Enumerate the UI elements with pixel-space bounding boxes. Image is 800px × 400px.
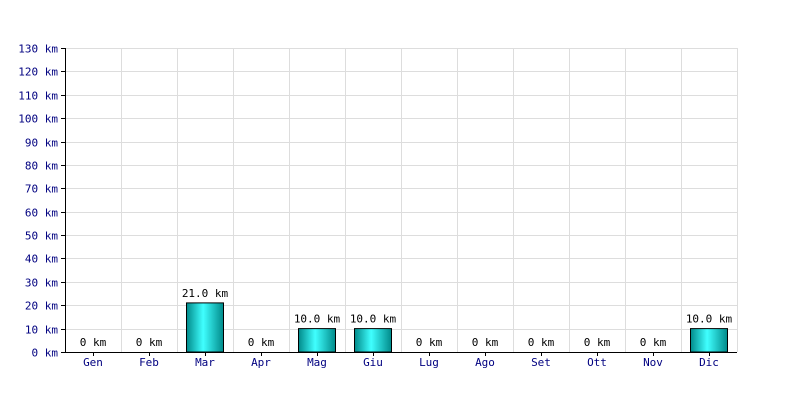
x-tick-label: Mar bbox=[195, 356, 215, 369]
x-tick-label: Set bbox=[531, 356, 551, 369]
data-label: 0 km bbox=[136, 336, 163, 349]
x-tick-label: Apr bbox=[251, 356, 271, 369]
data-label: 10.0 km bbox=[686, 313, 733, 326]
x-tick-label: Dic bbox=[699, 356, 719, 369]
bar-mar bbox=[186, 302, 224, 353]
data-label: 0 km bbox=[248, 336, 275, 349]
y-tick-label: 50 km bbox=[25, 230, 58, 243]
x-tick-label: Feb bbox=[139, 356, 159, 369]
data-label: 21.0 km bbox=[182, 287, 229, 300]
data-label: 0 km bbox=[416, 336, 443, 349]
bar-dic bbox=[690, 328, 728, 353]
y-tick-label: 40 km bbox=[25, 253, 58, 266]
y-tick-label: 110 km bbox=[18, 90, 58, 103]
x-tick-label: Mag bbox=[307, 356, 327, 369]
x-tick-label: Gen bbox=[83, 356, 103, 369]
y-tick-label: 90 km bbox=[25, 137, 58, 150]
data-label: 0 km bbox=[528, 336, 555, 349]
x-tick-label: Ago bbox=[475, 356, 495, 369]
data-label: 0 km bbox=[640, 336, 667, 349]
y-tick-label: 60 km bbox=[25, 207, 58, 220]
data-label: 0 km bbox=[472, 336, 499, 349]
y-tick-label: 10 km bbox=[25, 324, 58, 337]
bar-giu bbox=[354, 328, 392, 353]
x-tick-label: Ott bbox=[587, 356, 607, 369]
y-tick-label: 120 km bbox=[18, 66, 58, 79]
y-tick-label: 30 km bbox=[25, 277, 58, 290]
y-tick-label: 100 km bbox=[18, 113, 58, 126]
bar-chart: 0 km 10 km 20 km 30 km 40 km 50 km 60 km 70 km 8… bbox=[18, 43, 738, 369]
grid bbox=[65, 48, 738, 352]
y-tick-label: 20 km bbox=[25, 300, 58, 313]
data-label: 10.0 km bbox=[350, 313, 397, 326]
y-tick-label: 80 km bbox=[25, 160, 58, 173]
x-tick-label: Lug bbox=[419, 356, 439, 369]
data-label: 0 km bbox=[584, 336, 611, 349]
y-tick-label: 130 km bbox=[18, 43, 58, 56]
x-tick-label: Nov bbox=[643, 356, 663, 369]
x-tick-label: Giu bbox=[363, 356, 383, 369]
data-label: 0 km bbox=[80, 336, 107, 349]
bar-mag bbox=[298, 328, 336, 353]
y-tick-label: 0 km bbox=[32, 347, 59, 360]
y-tick-label: 70 km bbox=[25, 183, 58, 196]
axes bbox=[61, 48, 737, 356]
data-label: 10.0 km bbox=[294, 313, 341, 326]
